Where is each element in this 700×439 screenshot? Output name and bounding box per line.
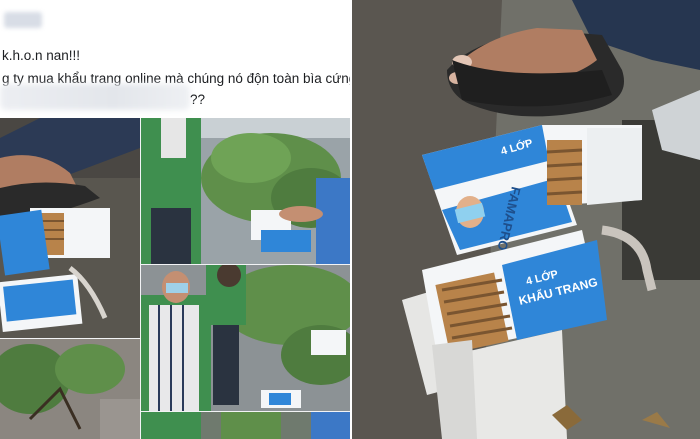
post-text-line-3: ??	[190, 92, 206, 107]
photo-foot-mask-boxes: FAMAPRO 4 LỚP KHẨU TRANG 4 LỚP	[352, 0, 700, 439]
blurred-author-name	[4, 12, 42, 28]
photo-tile-strip[interactable]	[141, 412, 350, 439]
facebook-post: k.h.o.n nan!!! g ty mua khẩu trang onlin…	[0, 0, 350, 439]
post-header: k.h.o.n nan!!! g ty mua khẩu trang onlin…	[0, 0, 350, 118]
post-text-line-1: k.h.o.n nan!!!	[2, 48, 81, 63]
photo-tile-people[interactable]	[141, 265, 350, 411]
photo-tile-worker-bushes[interactable]	[141, 118, 350, 264]
main-photo: FAMAPRO 4 LỚP KHẨU TRANG 4 LỚP	[352, 0, 700, 439]
photo-tile-plants[interactable]	[0, 339, 140, 439]
photo-tile-foot-boxes[interactable]	[0, 118, 140, 338]
blurred-text-region	[0, 84, 190, 110]
